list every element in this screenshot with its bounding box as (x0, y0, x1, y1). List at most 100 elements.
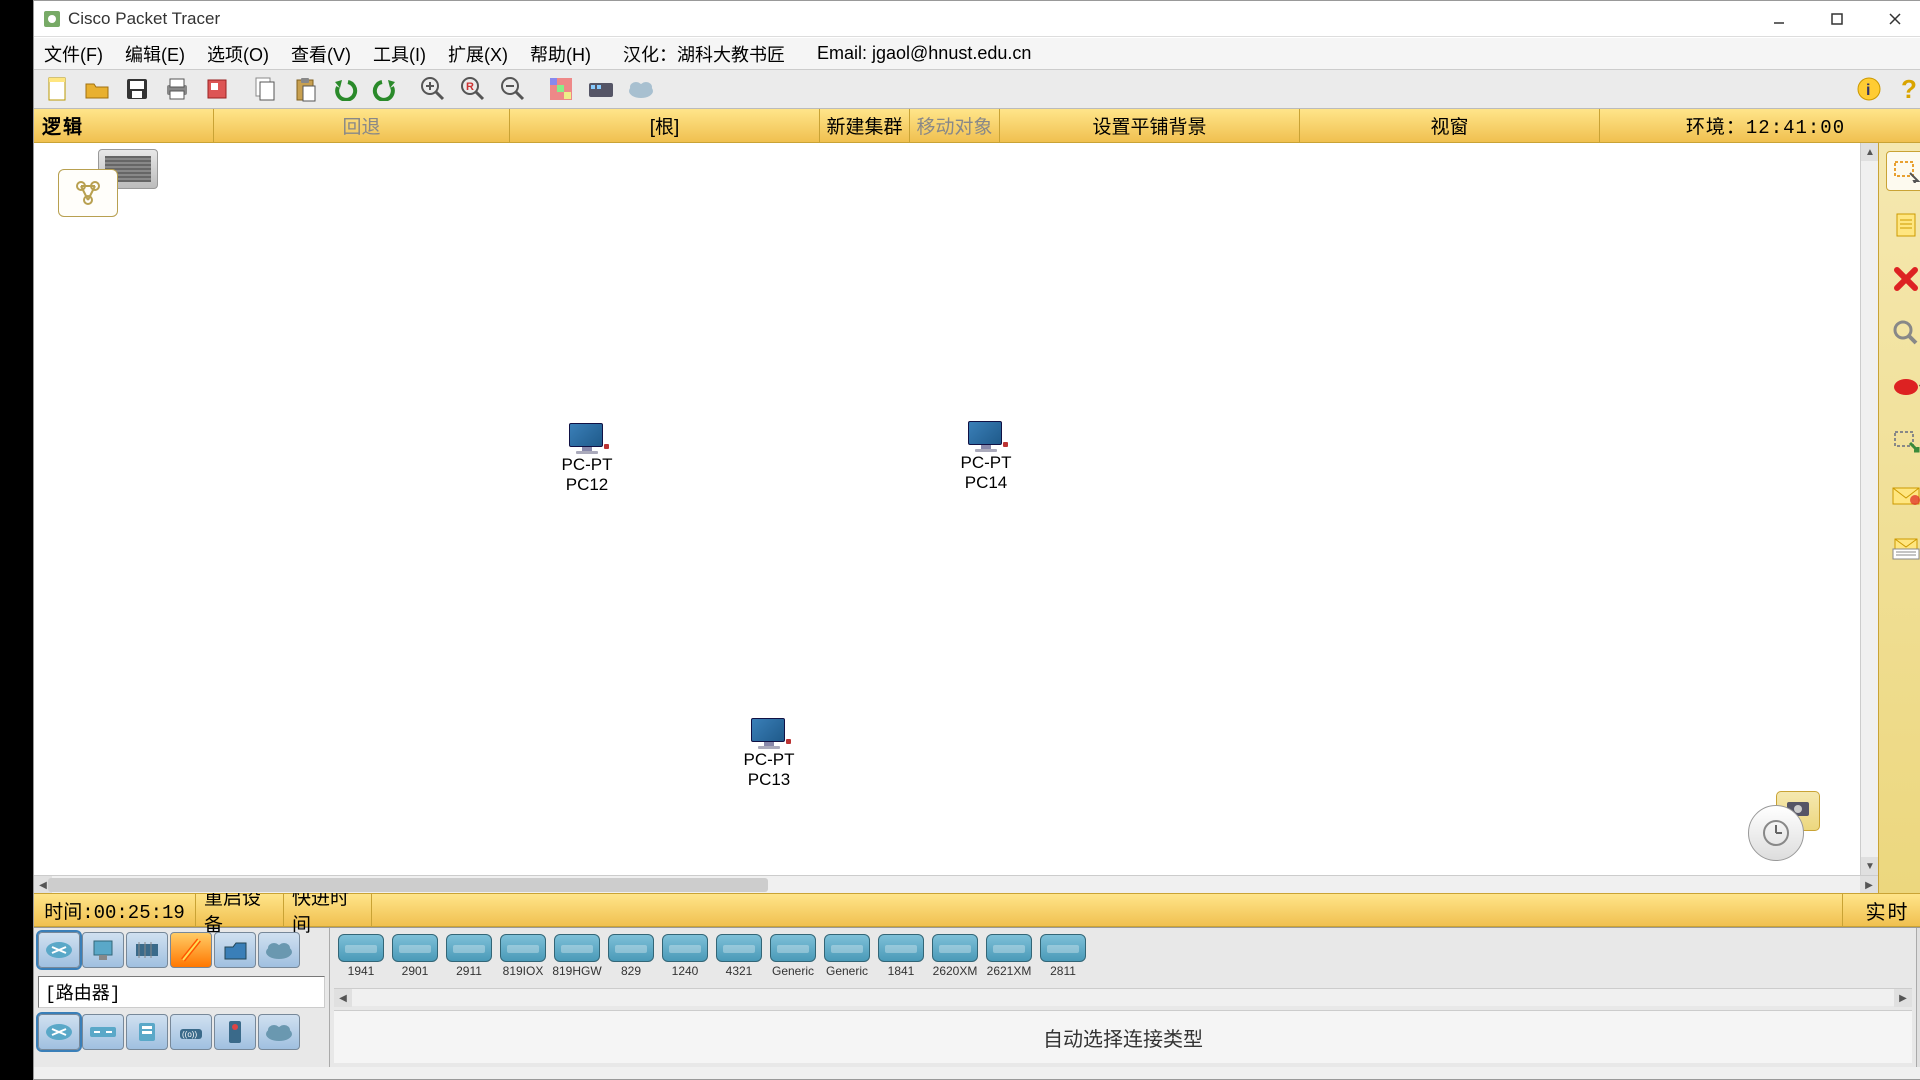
cat-components[interactable] (126, 932, 168, 968)
realtime-mode-label[interactable]: 实时 (1842, 894, 1920, 926)
device-name-label: PC12 (552, 475, 622, 495)
device-name-label: PC13 (734, 770, 804, 790)
cat-multiuser[interactable] (258, 932, 300, 968)
router-icon (662, 934, 708, 962)
save-file-button[interactable] (118, 72, 156, 106)
add-simple-pdu-tool[interactable] (1886, 475, 1920, 515)
email-credit: Email: jgaol@hnust.edu.cn (813, 41, 1035, 66)
model-item[interactable]: 1841 (876, 934, 926, 982)
category-label: [路由器] (38, 976, 325, 1008)
cat-connections[interactable] (170, 932, 212, 968)
root-label[interactable]: [根] (510, 109, 820, 142)
activity-wizard-button[interactable] (198, 72, 236, 106)
zoom-out-button[interactable] (494, 72, 532, 106)
select-tool[interactable] (1886, 151, 1920, 191)
new-cluster-button[interactable]: 新建集群 (820, 109, 910, 142)
draw-ellipse-tool[interactable]: ▾ (1886, 367, 1920, 407)
undo-button[interactable] (326, 72, 364, 106)
device-panel: [路由器] ((o)) 19412901 2911 819IOX 819HGW 829 1… (34, 927, 1920, 1067)
device-pc[interactable]: PC-PTPC12 (552, 423, 622, 495)
model-label: 1240 (672, 964, 699, 978)
subcat-routers[interactable] (38, 1014, 80, 1050)
cat-end-devices[interactable] (82, 932, 124, 968)
vertical-scrollbar[interactable]: ▲ ▼ (1860, 143, 1878, 875)
palette-button[interactable] (542, 72, 580, 106)
custom-devices-button[interactable] (582, 72, 620, 106)
router-icon (1040, 934, 1086, 962)
new-file-button[interactable] (38, 72, 76, 106)
subcat-wan[interactable] (258, 1014, 300, 1050)
inspect-tool[interactable] (1886, 313, 1920, 353)
menu-options[interactable]: 选项(O) (203, 39, 273, 69)
model-item[interactable]: 2911 (444, 934, 494, 982)
model-scrollbar[interactable]: ◀▶ (334, 988, 1912, 1006)
redo-button[interactable] (366, 72, 404, 106)
menu-edit[interactable]: 编辑(E) (121, 39, 189, 69)
fast-forward-button[interactable]: 快进时间 (284, 894, 372, 926)
model-item[interactable]: 819IOX (498, 934, 548, 982)
model-item[interactable]: 4321 (714, 934, 764, 982)
back-button[interactable]: 回退 (214, 109, 510, 142)
resize-tool[interactable] (1886, 421, 1920, 461)
menu-view[interactable]: 查看(V) (287, 39, 355, 69)
subcat-switches[interactable] (82, 1014, 124, 1050)
maximize-button[interactable] (1808, 1, 1866, 37)
clock-icon[interactable] (1748, 805, 1804, 861)
cloud-button[interactable] (622, 72, 660, 106)
model-label: 2911 (456, 964, 482, 978)
paste-button[interactable] (286, 72, 324, 106)
help-button[interactable]: ? (1890, 72, 1920, 106)
logical-tab[interactable]: 逻辑 (34, 109, 214, 142)
workspace-canvas[interactable]: PC-PTPC12 PC-PTPC14 PC-PTPC13 ◀ ▶ ▲ ▼ (34, 143, 1878, 893)
model-item[interactable]: 2811 (1038, 934, 1088, 982)
print-button[interactable] (158, 72, 196, 106)
menu-help[interactable]: 帮助(H) (526, 39, 595, 69)
model-item[interactable]: 1240 (660, 934, 710, 982)
minimize-button[interactable] (1750, 1, 1808, 37)
subcat-wireless[interactable]: ((o)) (170, 1014, 212, 1050)
connection-hint: 自动选择连接类型 (334, 1010, 1912, 1063)
move-object-button[interactable]: 移动对象 (910, 109, 1000, 142)
reset-devices-button[interactable]: 重启设备 (196, 894, 284, 926)
open-file-button[interactable] (78, 72, 116, 106)
router-icon (554, 934, 600, 962)
close-button[interactable] (1866, 1, 1920, 37)
cat-miscellaneous[interactable] (214, 932, 256, 968)
model-item[interactable]: 2620XM (930, 934, 980, 982)
menu-extensions[interactable]: 扩展(X) (444, 39, 512, 69)
navigation-widget[interactable] (1748, 795, 1820, 867)
subcat-security[interactable] (214, 1014, 256, 1050)
device-pc[interactable]: PC-PTPC14 (951, 421, 1021, 493)
info-button[interactable]: i (1850, 72, 1888, 106)
model-item[interactable]: Generic (768, 934, 818, 982)
viewport-button[interactable]: 视窗 (1300, 109, 1600, 142)
model-label: 2811 (1050, 964, 1076, 978)
menu-tools[interactable]: 工具(I) (369, 39, 430, 69)
device-pc[interactable]: PC-PTPC13 (734, 718, 804, 790)
model-item[interactable]: 2621XM (984, 934, 1034, 982)
timebar: 时间:00:25:19 重启设备 快进时间 实时 (34, 893, 1920, 927)
model-item[interactable]: 829 (606, 934, 656, 982)
model-item[interactable]: 819HGW (552, 934, 602, 982)
delete-tool[interactable] (1886, 259, 1920, 299)
model-item[interactable]: 2901 (390, 934, 440, 982)
main-toolbar: R i ? (34, 69, 1920, 109)
physical-logical-toggle[interactable] (50, 149, 170, 219)
subcat-hubs[interactable] (126, 1014, 168, 1050)
note-tool[interactable] (1886, 205, 1920, 245)
model-item[interactable]: Generic (822, 934, 872, 982)
add-complex-pdu-tool[interactable] (1886, 529, 1920, 569)
copy-button[interactable] (246, 72, 284, 106)
zoom-reset-button[interactable]: R (454, 72, 492, 106)
model-label: 819HGW (552, 964, 601, 978)
set-background-button[interactable]: 设置平铺背景 (1000, 109, 1300, 142)
horizontal-scrollbar[interactable]: ◀ ▶ (34, 875, 1878, 893)
model-item[interactable]: 1941 (336, 934, 386, 982)
model-label: 4321 (726, 964, 753, 978)
pc-icon (569, 423, 605, 453)
cat-network-devices[interactable] (38, 932, 80, 968)
environment-time[interactable]: 环境：12:41:00 (1600, 109, 1920, 142)
zoom-in-button[interactable] (414, 72, 452, 106)
menu-file[interactable]: 文件(F) (40, 39, 107, 69)
pdu-panel-toggle[interactable]: ◀ (1916, 928, 1920, 1067)
